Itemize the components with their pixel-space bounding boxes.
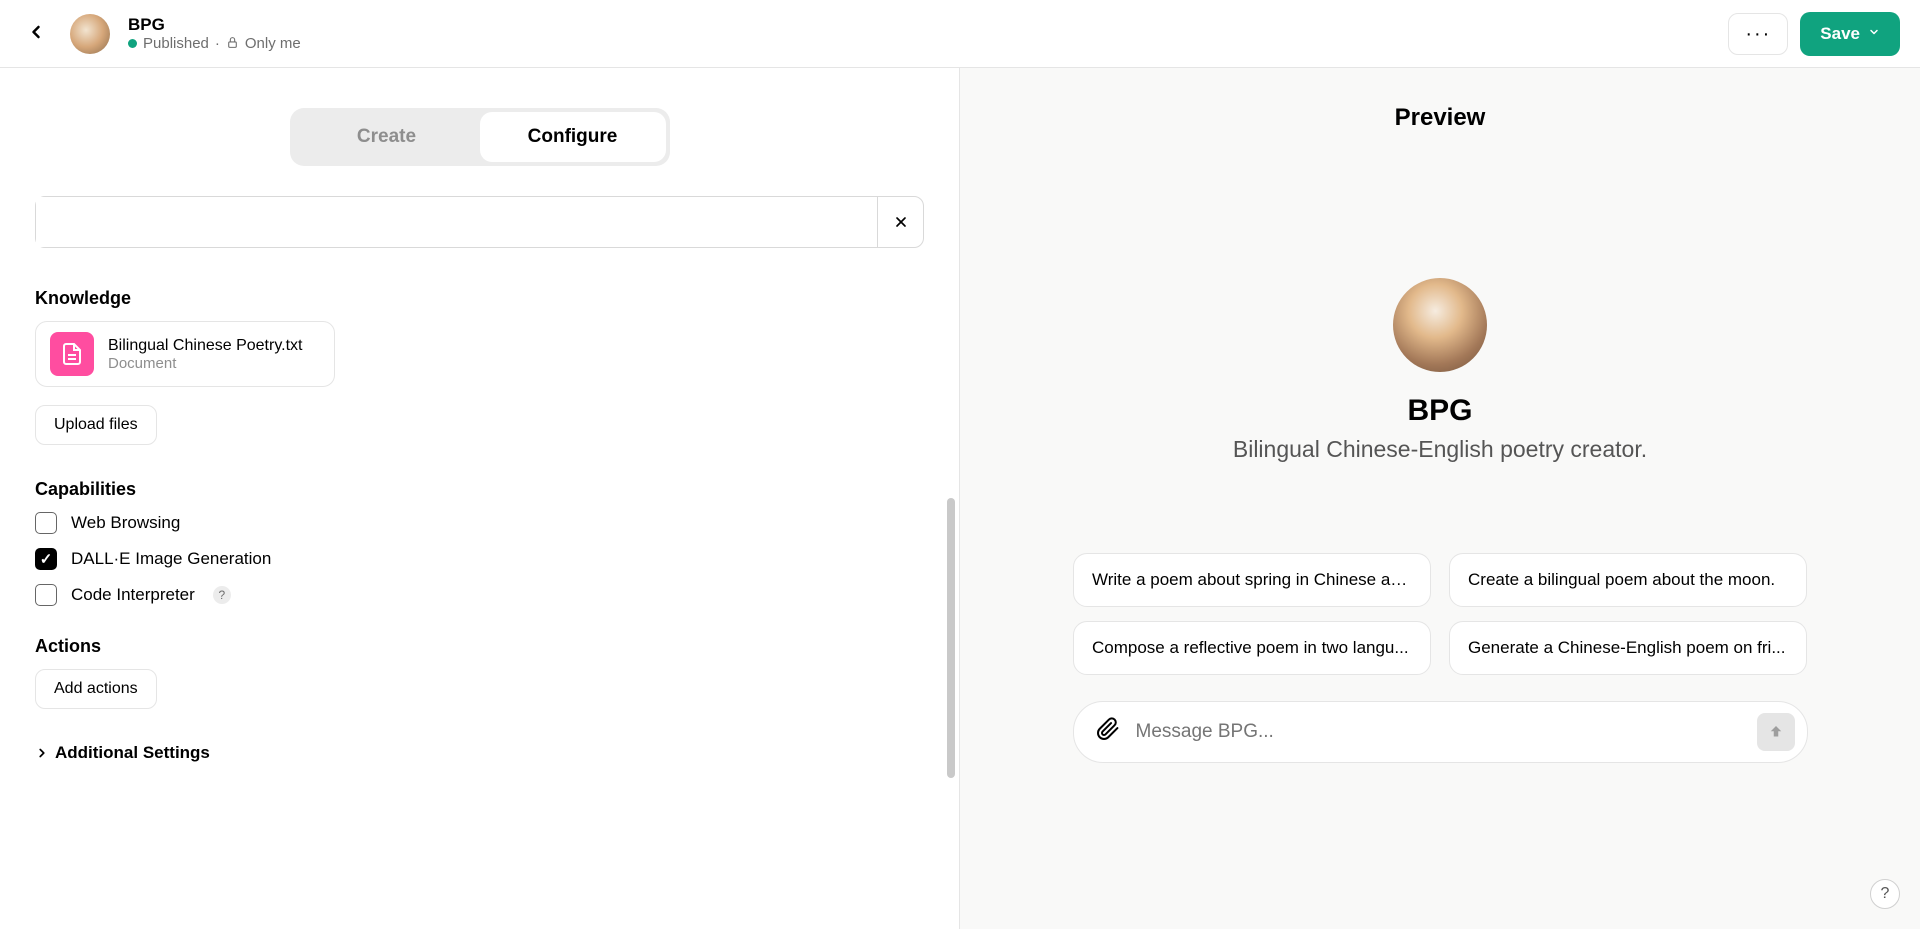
upload-files-button[interactable]: Upload files: [35, 405, 157, 445]
conversation-starter-input[interactable]: [36, 197, 877, 247]
document-icon: [50, 332, 94, 376]
starter-pill[interactable]: Create a bilingual poem about the moon.: [1449, 553, 1807, 607]
checkbox-web-browsing[interactable]: [35, 512, 57, 534]
configure-panel: Create Configure Knowledge Bilingual Chi…: [0, 68, 960, 929]
checkbox-code-interpreter[interactable]: [35, 584, 57, 606]
additional-settings-toggle[interactable]: Additional Settings: [35, 743, 924, 763]
checkbox-dalle[interactable]: [35, 548, 57, 570]
actions-label: Actions: [35, 636, 924, 657]
arrow-up-icon: [1767, 723, 1785, 741]
capabilities-label: Capabilities: [35, 479, 924, 500]
capabilities-section: Capabilities Web Browsing DALL·E Image G…: [35, 479, 924, 606]
add-actions-button[interactable]: Add actions: [35, 669, 157, 709]
chevron-down-icon: [1868, 26, 1880, 41]
file-type: Document: [108, 355, 302, 372]
topbar-left: BPG Published · Only me: [20, 12, 301, 55]
preview-heading: Preview: [960, 68, 1920, 152]
title-block: BPG Published · Only me: [128, 15, 301, 52]
tab-create[interactable]: Create: [294, 112, 480, 162]
actions-section: Actions Add actions: [35, 636, 924, 709]
preview-panel: Preview BPG Bilingual Chinese-English po…: [960, 68, 1920, 929]
preview-name: BPG: [1407, 394, 1472, 428]
gpt-avatar-large: [1393, 278, 1487, 372]
chat-input-container: [1073, 701, 1808, 763]
file-info: Bilingual Chinese Poetry.txt Document: [108, 337, 302, 372]
topbar: BPG Published · Only me ··· Save: [0, 0, 1920, 68]
clear-starter-button[interactable]: [877, 197, 923, 247]
back-button[interactable]: [20, 12, 52, 55]
knowledge-file[interactable]: Bilingual Chinese Poetry.txt Document: [35, 321, 335, 387]
lock-icon: [226, 36, 239, 52]
send-button[interactable]: [1757, 713, 1795, 751]
preview-description: Bilingual Chinese-English poetry creator…: [1233, 436, 1647, 463]
gpt-meta: Published · Only me: [128, 35, 301, 52]
capability-web-browsing: Web Browsing: [35, 512, 924, 534]
save-label: Save: [1820, 24, 1860, 44]
main: Create Configure Knowledge Bilingual Chi…: [0, 68, 1920, 929]
attach-icon[interactable]: [1096, 717, 1120, 748]
conversation-starter-input-row: [35, 196, 924, 248]
status-text: Published: [143, 35, 209, 52]
starter-pill[interactable]: Compose a reflective poem in two langu..…: [1073, 621, 1431, 675]
scrollbar[interactable]: [947, 498, 955, 778]
capability-dalle: DALL·E Image Generation: [35, 548, 924, 570]
preview-body: BPG Bilingual Chinese-English poetry cre…: [960, 152, 1920, 929]
tab-configure[interactable]: Configure: [480, 112, 666, 162]
cap-label-code-interpreter: Code Interpreter: [71, 585, 195, 605]
capability-code-interpreter: Code Interpreter ?: [35, 584, 924, 606]
meta-separator: ·: [215, 35, 220, 52]
help-icon[interactable]: ?: [213, 586, 231, 604]
chat-input[interactable]: [1136, 721, 1741, 743]
visibility-text: Only me: [245, 35, 301, 52]
topbar-right: ··· Save: [1728, 12, 1900, 56]
status-dot-icon: [128, 39, 137, 48]
tab-switch: Create Configure: [290, 108, 670, 166]
help-float-button[interactable]: ?: [1870, 879, 1900, 909]
cap-label-dalle: DALL·E Image Generation: [71, 549, 271, 569]
knowledge-label: Knowledge: [35, 288, 924, 309]
gpt-avatar-small: [70, 14, 110, 54]
save-button[interactable]: Save: [1800, 12, 1900, 56]
chevron-right-icon: [35, 746, 49, 760]
cap-label-web-browsing: Web Browsing: [71, 513, 180, 533]
close-icon: [893, 214, 909, 230]
more-button[interactable]: ···: [1728, 13, 1788, 55]
starter-pill[interactable]: Generate a Chinese-English poem on fri..…: [1449, 621, 1807, 675]
gpt-title: BPG: [128, 15, 301, 35]
additional-settings-label: Additional Settings: [55, 743, 210, 763]
starter-grid: Write a poem about spring in Chinese an.…: [1073, 553, 1807, 675]
chevron-left-icon: [26, 22, 46, 42]
file-name: Bilingual Chinese Poetry.txt: [108, 337, 302, 355]
starter-pill[interactable]: Write a poem about spring in Chinese an.…: [1073, 553, 1431, 607]
